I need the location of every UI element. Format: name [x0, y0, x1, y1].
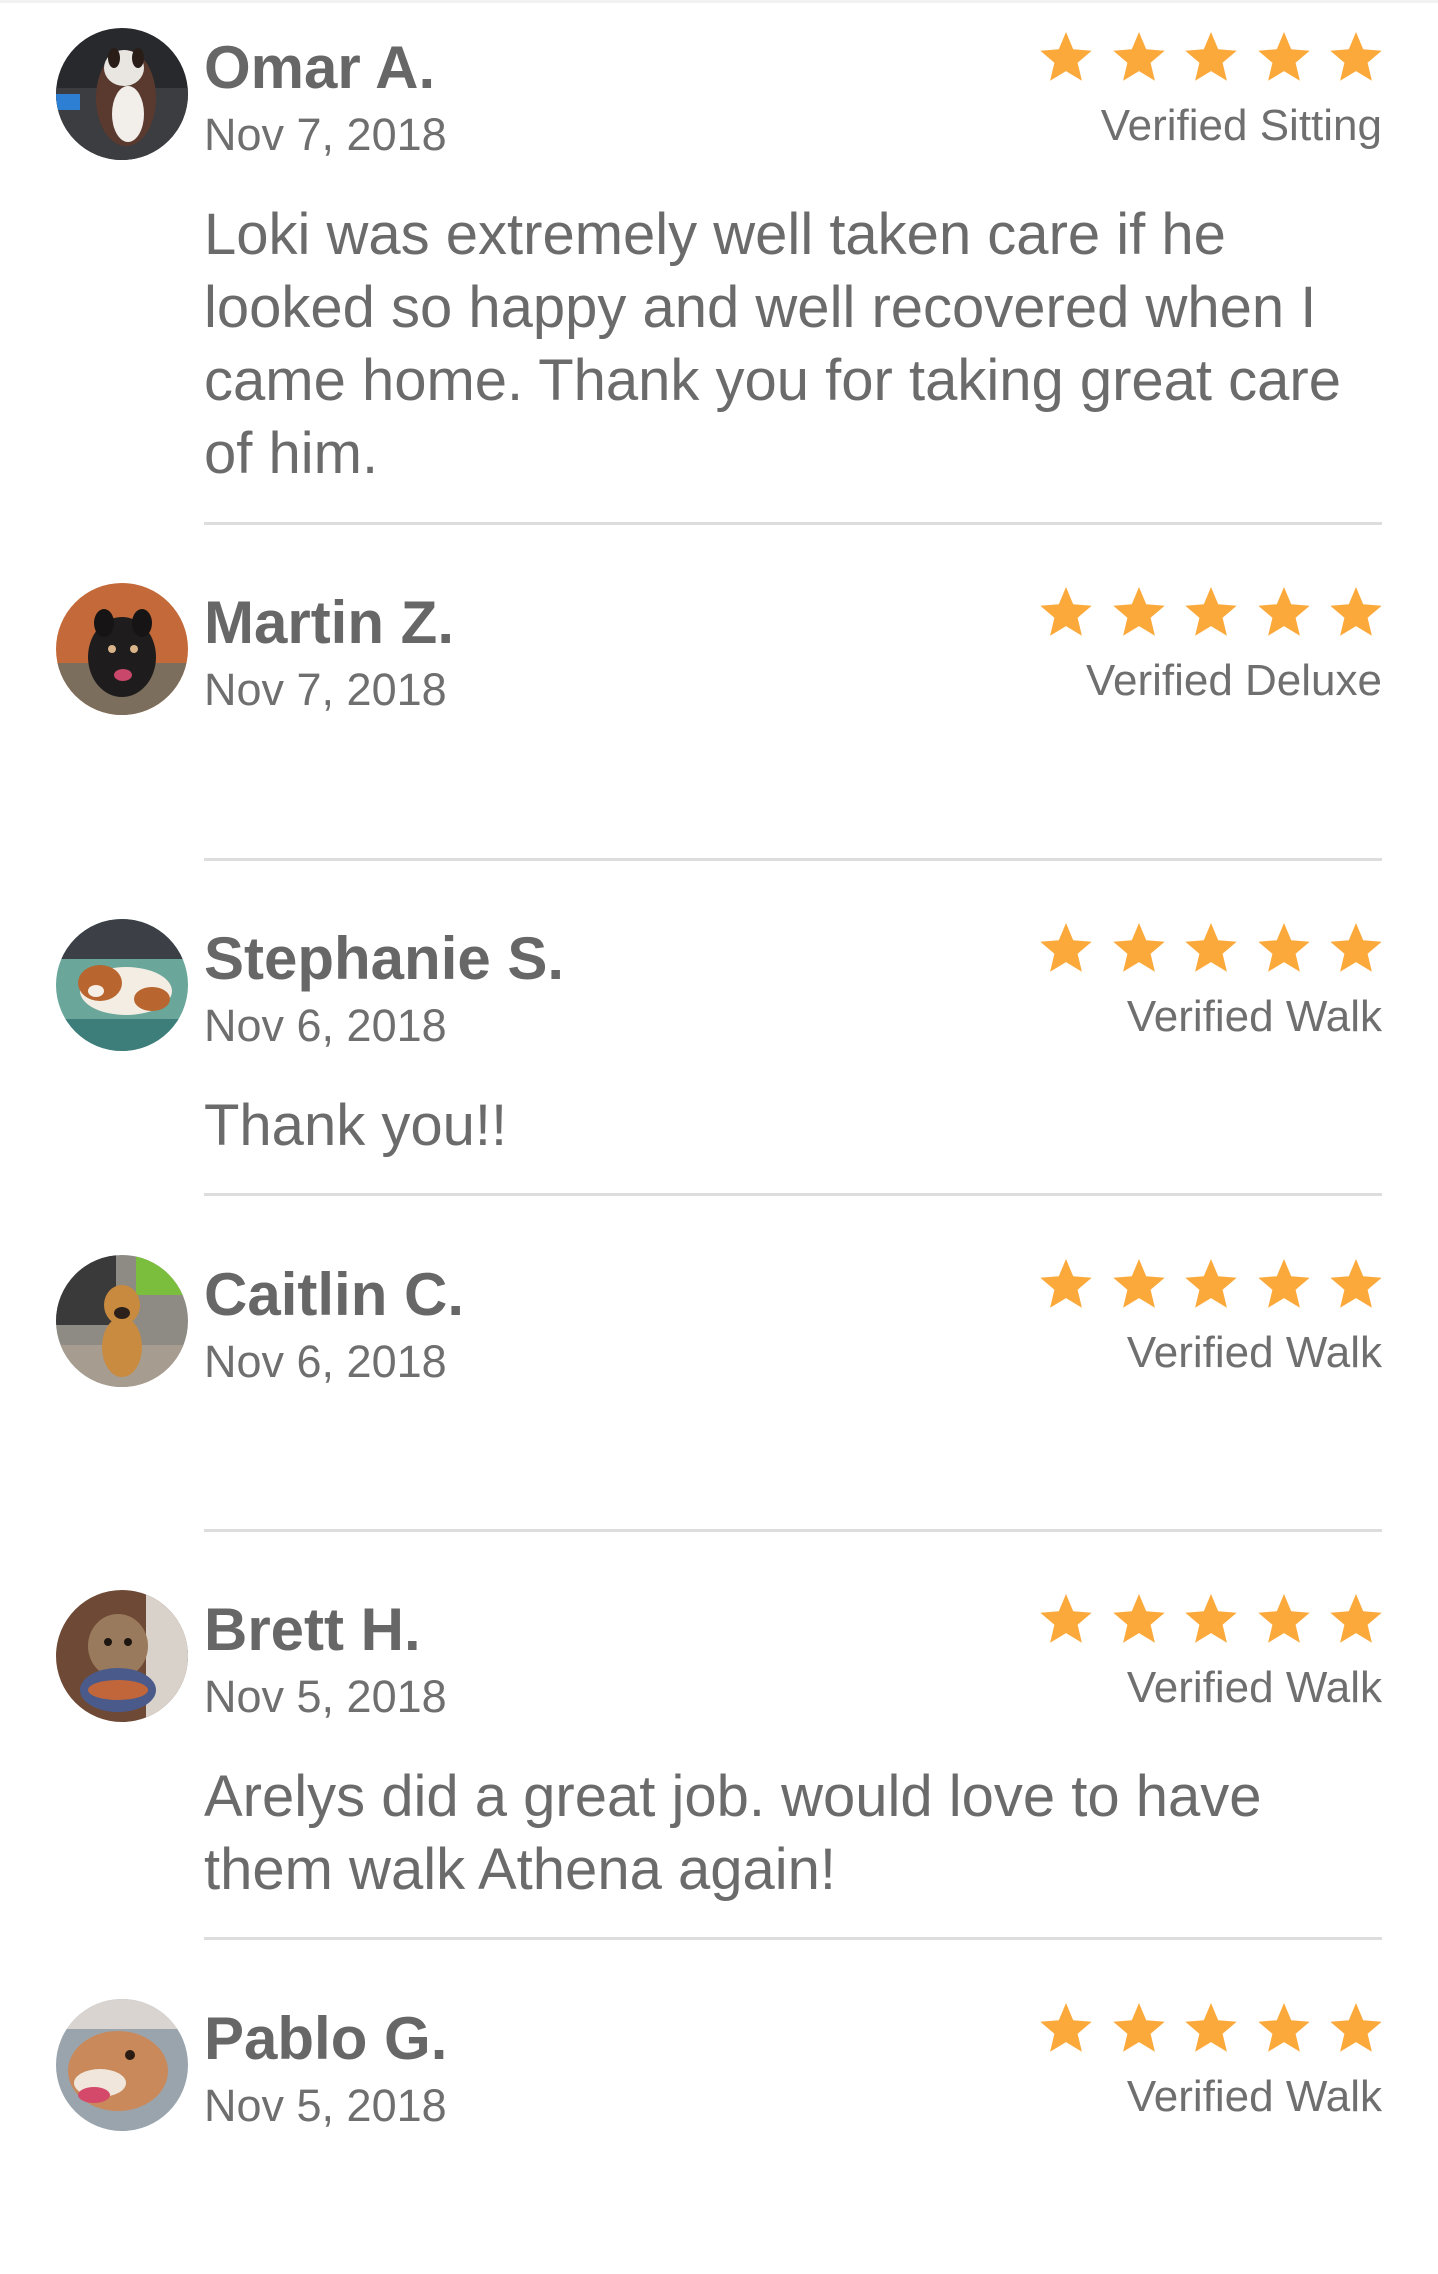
review-divider [204, 858, 1382, 861]
reviewer-name: Pablo G. [204, 2005, 448, 2072]
reviewer-name: Caitlin C. [204, 1261, 465, 1328]
star-icon [1108, 1255, 1170, 1317]
top-hairline [0, 0, 1438, 3]
reviewer-name: Stephanie S. [204, 925, 565, 992]
star-icon [1253, 1255, 1315, 1317]
star-icon [1253, 28, 1315, 90]
star-icon [1108, 28, 1170, 90]
reviewer-avatar[interactable] [56, 1255, 188, 1387]
verified-service-label: Verified Sitting [1100, 101, 1382, 150]
review-date: Nov 6, 2018 [204, 1336, 447, 1387]
review-comment: Thank you!! [204, 1093, 508, 1158]
verified-service-label: Verified Walk [1126, 992, 1382, 1041]
star-icon [1108, 583, 1170, 645]
verified-service-label: Verified Deluxe [1086, 656, 1382, 705]
review-date: Nov 6, 2018 [204, 1000, 447, 1051]
star-icon [1253, 1590, 1315, 1652]
reviewer-avatar[interactable] [56, 919, 188, 1051]
star-icon [1325, 1255, 1387, 1317]
star-icon [1253, 1999, 1315, 2061]
reviewer-avatar[interactable] [56, 1590, 188, 1722]
star-icon [1035, 1590, 1097, 1652]
star-icon [1180, 1999, 1242, 2061]
star-icon [1325, 583, 1387, 645]
star-icon [1180, 583, 1242, 645]
star-icon [1180, 28, 1242, 90]
star-icon [1325, 919, 1387, 981]
verified-service-label: Verified Walk [1126, 2072, 1382, 2121]
review-divider [204, 1193, 1382, 1196]
review-divider [204, 1529, 1382, 1532]
star-icon [1253, 583, 1315, 645]
star-icon [1108, 1999, 1170, 2061]
star-rating [1035, 28, 1387, 90]
review-divider [204, 522, 1382, 525]
star-rating [1035, 1255, 1387, 1317]
star-icon [1035, 1255, 1097, 1317]
review-date: Nov 5, 2018 [204, 2080, 447, 2131]
star-rating [1035, 1999, 1387, 2061]
review-comment: Arelys did a great job. would love to ha… [204, 1764, 1262, 1902]
reviewer-name: Brett H. [204, 1596, 421, 1663]
star-icon [1325, 1999, 1387, 2061]
star-icon [1325, 1590, 1387, 1652]
star-icon [1035, 919, 1097, 981]
reviewer-name: Martin Z. [204, 589, 454, 656]
star-icon [1108, 919, 1170, 981]
star-icon [1180, 919, 1242, 981]
star-icon [1108, 1590, 1170, 1652]
reviewer-avatar[interactable] [56, 1999, 188, 2131]
star-icon [1253, 919, 1315, 981]
reviewer-name: Omar A. [204, 34, 436, 101]
reviewer-avatar[interactable] [56, 28, 188, 160]
reviewer-avatar[interactable] [56, 583, 188, 715]
review-date: Nov 7, 2018 [204, 109, 447, 160]
star-rating [1035, 583, 1387, 645]
verified-service-label: Verified Walk [1126, 1328, 1382, 1377]
review-comment: Loki was extremely well taken care if he… [204, 202, 1341, 486]
review-date: Nov 5, 2018 [204, 1671, 447, 1722]
star-icon [1325, 28, 1387, 90]
star-icon [1180, 1255, 1242, 1317]
star-rating [1035, 1590, 1387, 1652]
star-icon [1180, 1590, 1242, 1652]
star-icon [1035, 28, 1097, 90]
review-date: Nov 7, 2018 [204, 664, 447, 715]
star-icon [1035, 1999, 1097, 2061]
review-divider [204, 1937, 1382, 1940]
verified-service-label: Verified Walk [1126, 1663, 1382, 1712]
star-rating [1035, 919, 1387, 981]
star-icon [1035, 583, 1097, 645]
